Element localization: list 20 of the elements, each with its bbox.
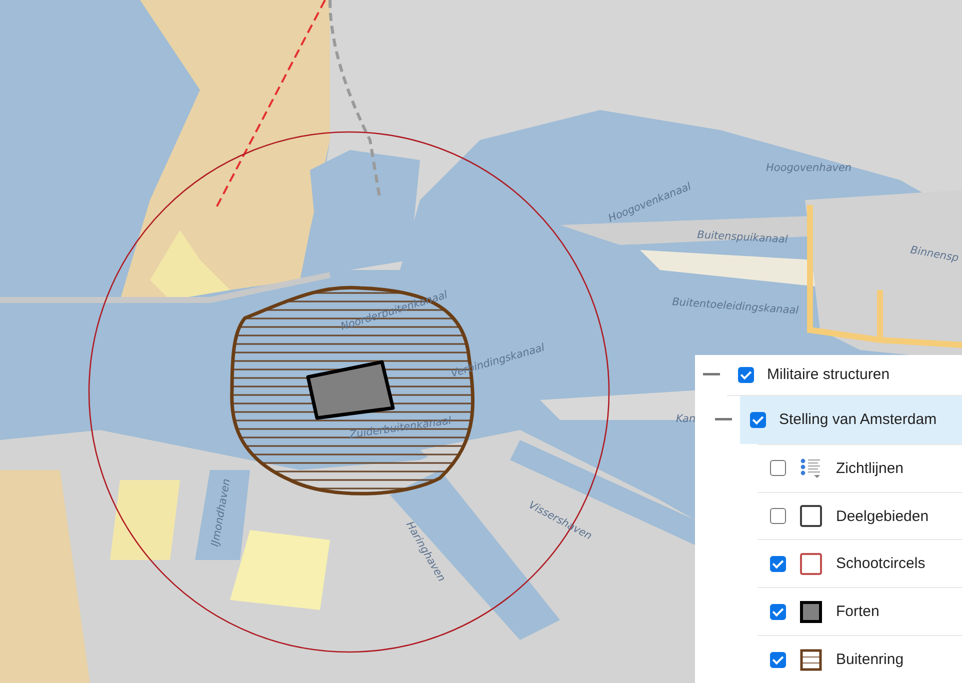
layer-item[interactable]: Buitenring — [758, 635, 962, 683]
checkbox[interactable] — [770, 460, 786, 476]
checkbox[interactable] — [738, 366, 754, 383]
checkbox[interactable] — [770, 508, 786, 524]
legend-list-icon — [800, 458, 822, 478]
layer-item[interactable]: Zichtlijnen — [758, 444, 962, 492]
layer-group-item[interactable]: Militaire structuren — [738, 355, 962, 395]
layer-group-item[interactable]: Stelling van Amsterdam — [740, 396, 962, 444]
layer-item[interactable]: Schootcircels — [758, 539, 962, 588]
checkbox[interactable] — [770, 604, 786, 620]
map-label: Kan — [676, 413, 696, 425]
checkbox[interactable] — [750, 412, 766, 428]
layer-item[interactable]: Deelgebieden — [758, 492, 962, 540]
map-label: Binnensp — [909, 244, 960, 264]
map-label: Buitenspuikanaal — [696, 229, 788, 246]
map-label: Buitentoeleidingskanaal — [672, 296, 799, 317]
checkbox[interactable] — [770, 652, 786, 668]
layer-item[interactable]: Forten — [758, 587, 962, 636]
checkbox[interactable] — [770, 556, 786, 572]
map-label: Hoogovenhaven — [766, 162, 852, 174]
